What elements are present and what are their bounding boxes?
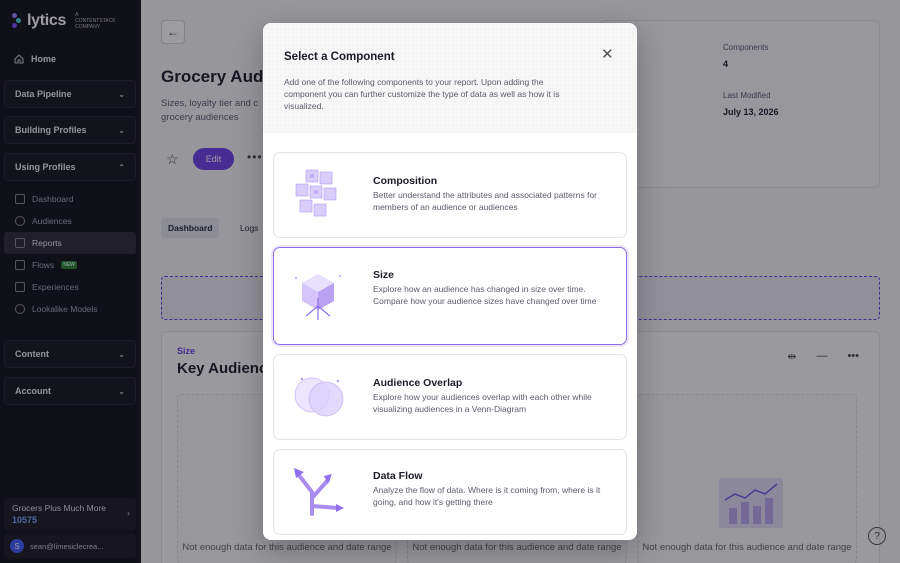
card-description: Better understand the attributes and ass…: [373, 190, 597, 212]
arrows-icon: [294, 468, 344, 516]
card-description: Explore how your audiences overlap with …: [373, 392, 592, 414]
component-card-data-flow[interactable]: Data Flow Analyze the flow of data. Wher…: [273, 449, 627, 535]
card-title: Audience Overlap: [373, 377, 463, 389]
close-icon[interactable]: ✕: [601, 45, 614, 63]
size-cube-icon: [295, 274, 341, 320]
modal-header: Select a Component ✕ Add one of the foll…: [263, 23, 637, 133]
component-card-size[interactable]: Size Explore how an audience has changed…: [273, 247, 627, 345]
card-description: Explore how an audience has changed in s…: [373, 284, 597, 306]
card-title: Composition: [373, 175, 438, 187]
select-component-modal: Select a Component ✕ Add one of the foll…: [263, 23, 637, 540]
component-card-composition[interactable]: Composition Better understand the attrib…: [273, 152, 627, 238]
modal-title: Select a Component: [284, 51, 395, 63]
venn-icon: [294, 377, 344, 417]
modal-description: Add one of the following components to y…: [284, 77, 560, 111]
card-title: Size: [373, 269, 395, 281]
cubes-icon: [295, 169, 337, 217]
component-card-audience-overlap[interactable]: Audience Overlap Explore how your audien…: [273, 354, 627, 440]
card-title: Data Flow: [373, 470, 423, 482]
card-description: Analyze the flow of data. Where is it co…: [373, 485, 601, 507]
